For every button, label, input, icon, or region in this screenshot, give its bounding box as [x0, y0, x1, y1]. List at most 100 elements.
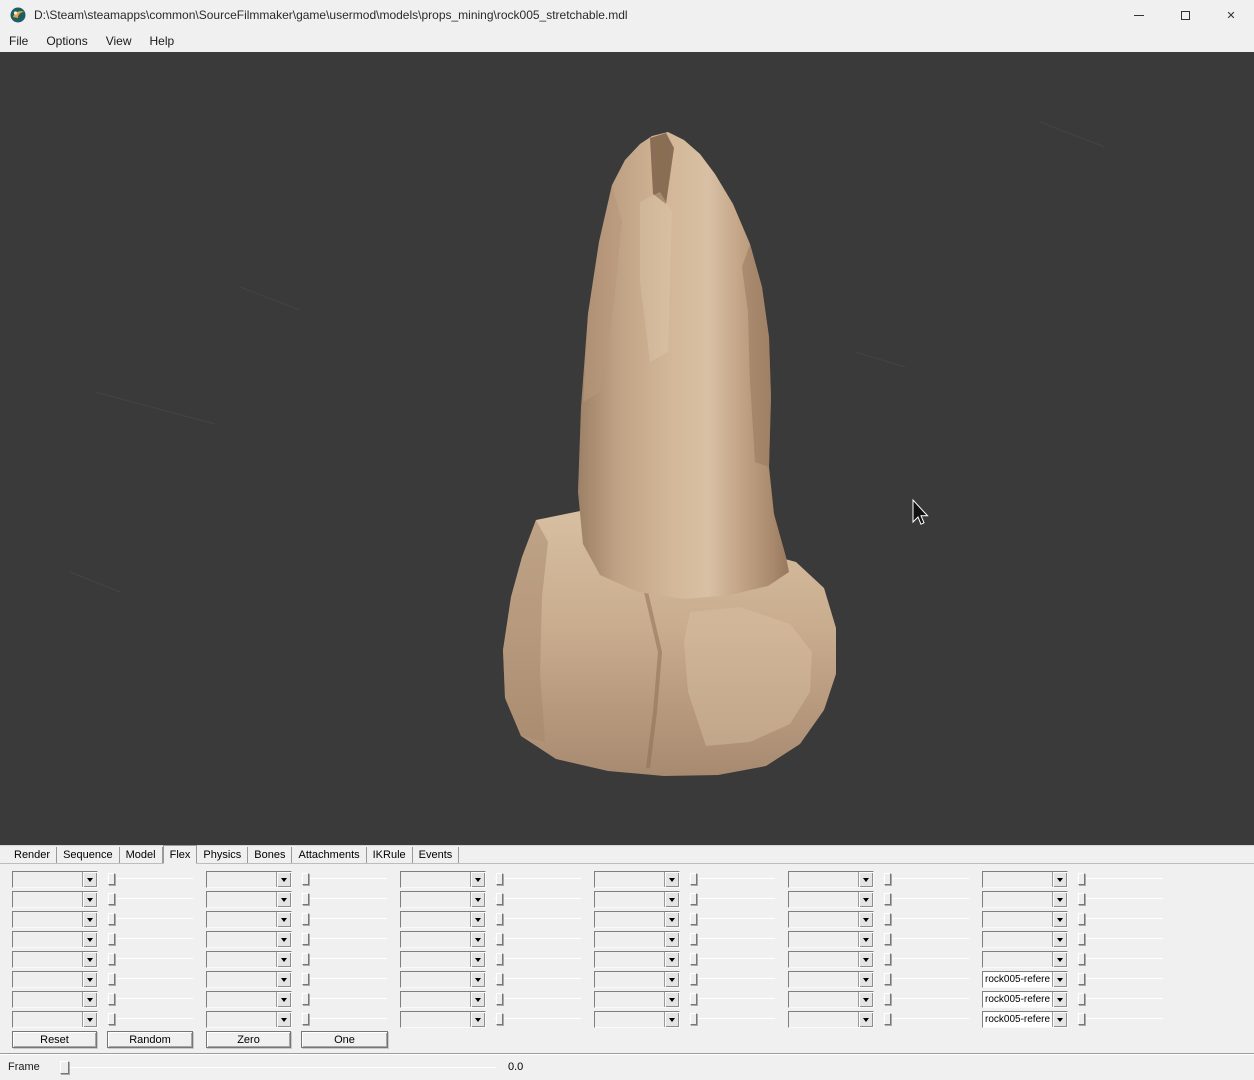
flex-slider[interactable]: [1077, 931, 1163, 948]
flex-slider[interactable]: [1077, 971, 1163, 988]
chevron-down-icon[interactable]: [664, 912, 679, 927]
frame-slider[interactable]: [60, 1059, 496, 1076]
flex-combo[interactable]: [594, 971, 680, 988]
slider-thumb[interactable]: [302, 953, 309, 965]
chevron-down-icon[interactable]: [1052, 1012, 1067, 1027]
flex-combo[interactable]: [982, 871, 1068, 888]
slider-thumb[interactable]: [884, 933, 891, 945]
flex-combo[interactable]: [12, 871, 98, 888]
flex-slider[interactable]: [1077, 891, 1163, 908]
chevron-down-icon[interactable]: [82, 872, 97, 887]
flex-combo[interactable]: [594, 951, 680, 968]
chevron-down-icon[interactable]: [664, 952, 679, 967]
slider-thumb[interactable]: [108, 993, 115, 1005]
slider-thumb[interactable]: [108, 953, 115, 965]
tab-flex[interactable]: Flex: [162, 845, 198, 864]
chevron-down-icon[interactable]: [1052, 932, 1067, 947]
slider-thumb[interactable]: [302, 913, 309, 925]
flex-slider[interactable]: [689, 911, 775, 928]
flex-slider[interactable]: [883, 991, 969, 1008]
chevron-down-icon[interactable]: [858, 1012, 873, 1027]
slider-thumb[interactable]: [108, 873, 115, 885]
slider-thumb[interactable]: [690, 913, 697, 925]
flex-slider[interactable]: [1077, 1011, 1163, 1028]
flex-combo[interactable]: [12, 971, 98, 988]
flex-slider[interactable]: [495, 931, 581, 948]
slider-thumb[interactable]: [108, 1013, 115, 1025]
flex-slider[interactable]: [301, 1011, 387, 1028]
flex-combo[interactable]: [206, 911, 292, 928]
menu-help[interactable]: Help: [141, 31, 184, 51]
slider-thumb[interactable]: [690, 1013, 697, 1025]
chevron-down-icon[interactable]: [276, 952, 291, 967]
flex-slider[interactable]: [107, 871, 193, 888]
random-button[interactable]: Random: [107, 1031, 193, 1048]
slider-thumb[interactable]: [884, 873, 891, 885]
slider-thumb[interactable]: [496, 953, 503, 965]
flex-slider[interactable]: [301, 891, 387, 908]
flex-slider[interactable]: [495, 951, 581, 968]
tab-physics[interactable]: Physics: [197, 847, 249, 863]
chevron-down-icon[interactable]: [470, 992, 485, 1007]
chevron-down-icon[interactable]: [470, 952, 485, 967]
chevron-down-icon[interactable]: [1052, 952, 1067, 967]
slider-thumb[interactable]: [690, 893, 697, 905]
flex-combo[interactable]: [594, 931, 680, 948]
slider-thumb[interactable]: [108, 933, 115, 945]
flex-slider[interactable]: [301, 911, 387, 928]
chevron-down-icon[interactable]: [1052, 892, 1067, 907]
flex-slider[interactable]: [883, 931, 969, 948]
slider-thumb[interactable]: [884, 973, 891, 985]
close-button[interactable]: ✕: [1208, 0, 1254, 30]
chevron-down-icon[interactable]: [664, 992, 679, 1007]
flex-slider[interactable]: [883, 911, 969, 928]
chevron-down-icon[interactable]: [82, 912, 97, 927]
flex-slider[interactable]: [1077, 991, 1163, 1008]
chevron-down-icon[interactable]: [82, 892, 97, 907]
chevron-down-icon[interactable]: [858, 912, 873, 927]
flex-combo[interactable]: [400, 911, 486, 928]
flex-slider[interactable]: [689, 931, 775, 948]
chevron-down-icon[interactable]: [1052, 972, 1067, 987]
flex-combo[interactable]: [594, 891, 680, 908]
slider-thumb[interactable]: [496, 973, 503, 985]
slider-thumb[interactable]: [496, 873, 503, 885]
chevron-down-icon[interactable]: [664, 972, 679, 987]
flex-combo[interactable]: [400, 931, 486, 948]
flex-slider[interactable]: [301, 991, 387, 1008]
chevron-down-icon[interactable]: [276, 992, 291, 1007]
chevron-down-icon[interactable]: [82, 932, 97, 947]
flex-combo[interactable]: [206, 991, 292, 1008]
flex-slider[interactable]: [689, 971, 775, 988]
flex-combo[interactable]: rock005-refere: [982, 971, 1068, 988]
flex-slider[interactable]: [107, 951, 193, 968]
flex-slider[interactable]: [883, 1011, 969, 1028]
flex-slider[interactable]: [107, 1011, 193, 1028]
flex-combo[interactable]: [594, 911, 680, 928]
flex-combo[interactable]: [400, 951, 486, 968]
flex-combo[interactable]: [400, 971, 486, 988]
flex-combo[interactable]: [788, 911, 874, 928]
flex-combo[interactable]: [594, 871, 680, 888]
slider-thumb[interactable]: [302, 973, 309, 985]
slider-thumb[interactable]: [108, 893, 115, 905]
slider-thumb[interactable]: [1078, 953, 1085, 965]
flex-slider[interactable]: [107, 971, 193, 988]
flex-combo[interactable]: [982, 931, 1068, 948]
flex-combo[interactable]: [788, 1011, 874, 1028]
flex-slider[interactable]: [689, 891, 775, 908]
slider-thumb[interactable]: [496, 1013, 503, 1025]
flex-combo[interactable]: rock005-refere: [982, 991, 1068, 1008]
tab-events[interactable]: Events: [413, 847, 460, 863]
slider-thumb[interactable]: [1078, 993, 1085, 1005]
flex-slider[interactable]: [107, 891, 193, 908]
flex-combo[interactable]: [982, 911, 1068, 928]
flex-slider[interactable]: [689, 991, 775, 1008]
slider-thumb[interactable]: [884, 893, 891, 905]
chevron-down-icon[interactable]: [276, 1012, 291, 1027]
slider-thumb[interactable]: [108, 913, 115, 925]
chevron-down-icon[interactable]: [276, 932, 291, 947]
flex-combo[interactable]: [12, 931, 98, 948]
slider-thumb[interactable]: [496, 893, 503, 905]
flex-combo[interactable]: [206, 891, 292, 908]
